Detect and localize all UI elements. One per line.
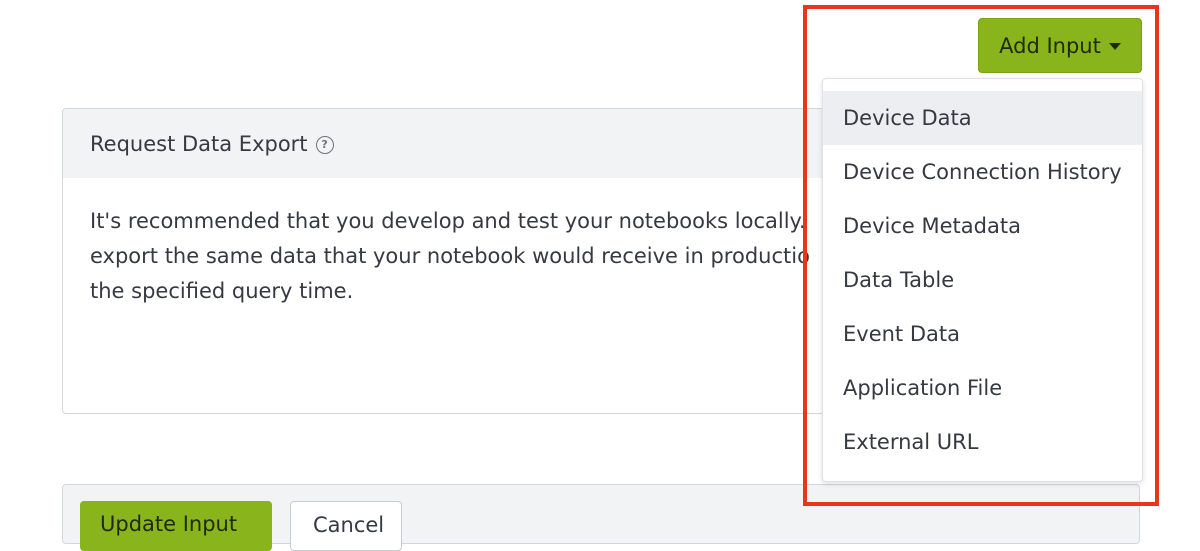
panel-body-line: the specified query time. <box>90 279 354 303</box>
add-input-button[interactable]: Add Input <box>978 18 1142 73</box>
update-input-button[interactable]: Update Input <box>80 501 272 551</box>
menu-item-data-table[interactable]: Data Table <box>823 253 1142 307</box>
footer-panel: Update Input Cancel <box>62 484 1140 551</box>
panel-body-line: It's recommended that you develop and te… <box>90 209 806 233</box>
caret-down-icon <box>1108 43 1121 50</box>
menu-item-device-data[interactable]: Device Data <box>823 91 1142 145</box>
menu-item-device-connection-history[interactable]: Device Connection History <box>823 145 1142 199</box>
add-input-dropdown-menu: Device Data Device Connection History De… <box>822 78 1143 482</box>
add-input-label: Add Input <box>999 33 1101 58</box>
panel-title: Request Data Export <box>90 131 308 156</box>
help-icon[interactable]: ? <box>315 136 334 154</box>
panel-body-line: export the same data that your notebook … <box>90 244 810 268</box>
menu-item-external-url[interactable]: External URL <box>823 415 1142 469</box>
menu-item-event-data[interactable]: Event Data <box>823 307 1142 361</box>
menu-item-application-file[interactable]: Application File <box>823 361 1142 415</box>
panel-body: It's recommended that you develop and te… <box>63 178 857 335</box>
menu-item-device-metadata[interactable]: Device Metadata <box>823 199 1142 253</box>
cancel-button[interactable]: Cancel <box>290 501 402 551</box>
